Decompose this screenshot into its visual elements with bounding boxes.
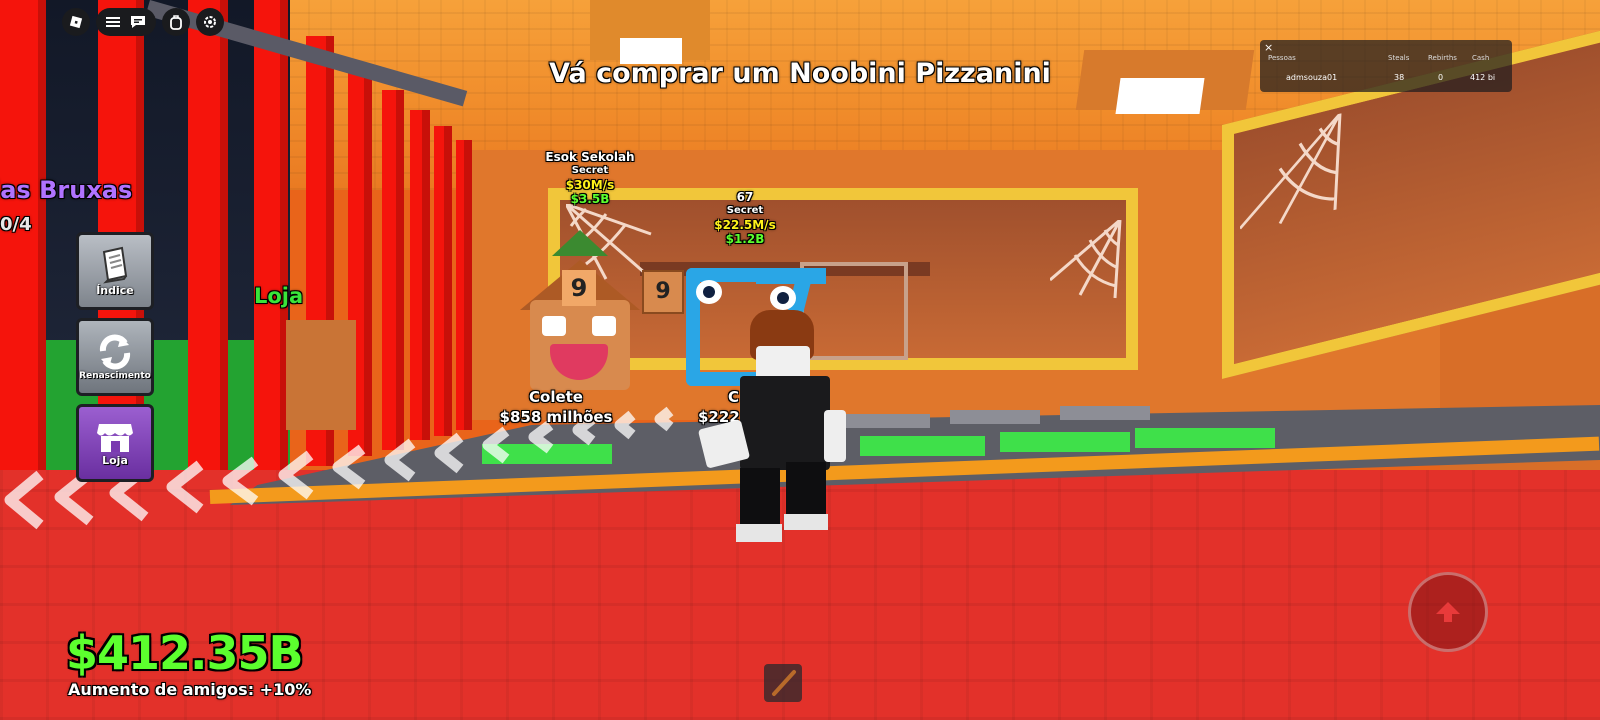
collect-amount: $858 milhões xyxy=(499,408,613,426)
brainrot-label-1: Esok Sekolah Secret $30M/s $3.5B xyxy=(530,150,650,206)
brainrot-price: $1.2B xyxy=(725,232,765,246)
shop-sign: Loja xyxy=(254,284,304,308)
event-title: las Bruxas xyxy=(0,176,133,204)
leaderboard-close-button[interactable]: × xyxy=(1264,41,1273,54)
shop-stall xyxy=(286,320,356,430)
friend-boost-text: Aumento de amigos: +10% xyxy=(68,680,312,699)
jump-button[interactable] xyxy=(1408,572,1488,652)
brainrot-rate: $30M/s xyxy=(565,178,615,192)
cage-bar xyxy=(382,90,404,450)
sidebar-item-label: Renascimento xyxy=(79,371,151,381)
slot-pad xyxy=(1060,406,1150,420)
refresh-icon xyxy=(99,334,131,370)
menu-icon[interactable] xyxy=(106,16,120,28)
brainrot-rarity: Secret xyxy=(726,205,764,216)
roblox-logo-icon[interactable] xyxy=(62,8,90,36)
brainrot-name: 67 xyxy=(736,190,754,204)
backpack-icon[interactable] xyxy=(162,8,190,36)
index-button[interactable]: Índice xyxy=(76,232,154,310)
brainrot-rarity: Secret xyxy=(571,165,609,176)
cage-bar xyxy=(410,110,430,440)
chat-icon[interactable] xyxy=(130,15,146,29)
game-viewport[interactable]: Loja las Bruxas 0/4 9 9 Esok Sekolah Sec… xyxy=(0,0,1600,720)
shop-button[interactable]: Loja xyxy=(76,404,154,482)
shop-icon xyxy=(97,423,133,452)
rebirth-button[interactable]: Renascimento xyxy=(76,318,154,396)
leaderboard-header-players: Pessoas xyxy=(1268,54,1296,62)
sidebar-item-label: Índice xyxy=(96,283,134,297)
brainrot-rate: $22.5M/s xyxy=(714,218,776,232)
cage-bar xyxy=(434,126,452,436)
leaderboard-cash-value: 412 bi xyxy=(1470,73,1496,82)
player-avatar xyxy=(697,310,850,550)
menu-chat-group xyxy=(96,8,156,36)
leaderboard-header-rebirths: Rebirths xyxy=(1428,54,1457,62)
leaderboard-steals-value: 38 xyxy=(1394,73,1405,82)
collect-label: Colete $858 milhões xyxy=(490,387,622,427)
collect-pad[interactable] xyxy=(1135,428,1275,448)
collect-pad[interactable] xyxy=(1000,432,1130,452)
slot-pad xyxy=(840,414,930,428)
leaderboard-player-name[interactable]: admsouza01 xyxy=(1286,73,1337,82)
money-display: $412.35B xyxy=(66,626,304,680)
brainrot-label-2: 67 Secret $22.5M/s $1.2B xyxy=(700,190,790,246)
leaderboard-header-cash: Cash xyxy=(1472,54,1490,62)
brainrot-price: $3.5B xyxy=(570,192,610,206)
collect-title: Colete xyxy=(529,388,583,406)
brainrot-character[interactable]: 9 xyxy=(520,260,640,390)
slot-pad xyxy=(950,410,1040,424)
number-card: 9 xyxy=(642,270,684,314)
brainrot-name: Esok Sekolah xyxy=(545,150,635,164)
player-leaderboard[interactable]: × Pessoas Steals Rebirths Cash admsouza0… xyxy=(1260,40,1512,92)
book-icon xyxy=(102,246,128,283)
bat-tool-icon xyxy=(772,670,796,696)
arrow-up-icon xyxy=(1436,602,1460,622)
sidebar-item-label: Loja xyxy=(102,453,128,467)
spiderweb-icon xyxy=(1050,220,1122,299)
settings-icon[interactable] xyxy=(196,8,224,36)
hotbar-slot[interactable] xyxy=(764,664,802,702)
collect-pad[interactable] xyxy=(860,436,985,456)
leaderboard-header-steals: Steals xyxy=(1388,54,1410,62)
event-progress: 0/4 xyxy=(0,214,32,235)
leaderboard-rebirths-value: 0 xyxy=(1438,73,1444,82)
cage-bar xyxy=(456,140,472,430)
